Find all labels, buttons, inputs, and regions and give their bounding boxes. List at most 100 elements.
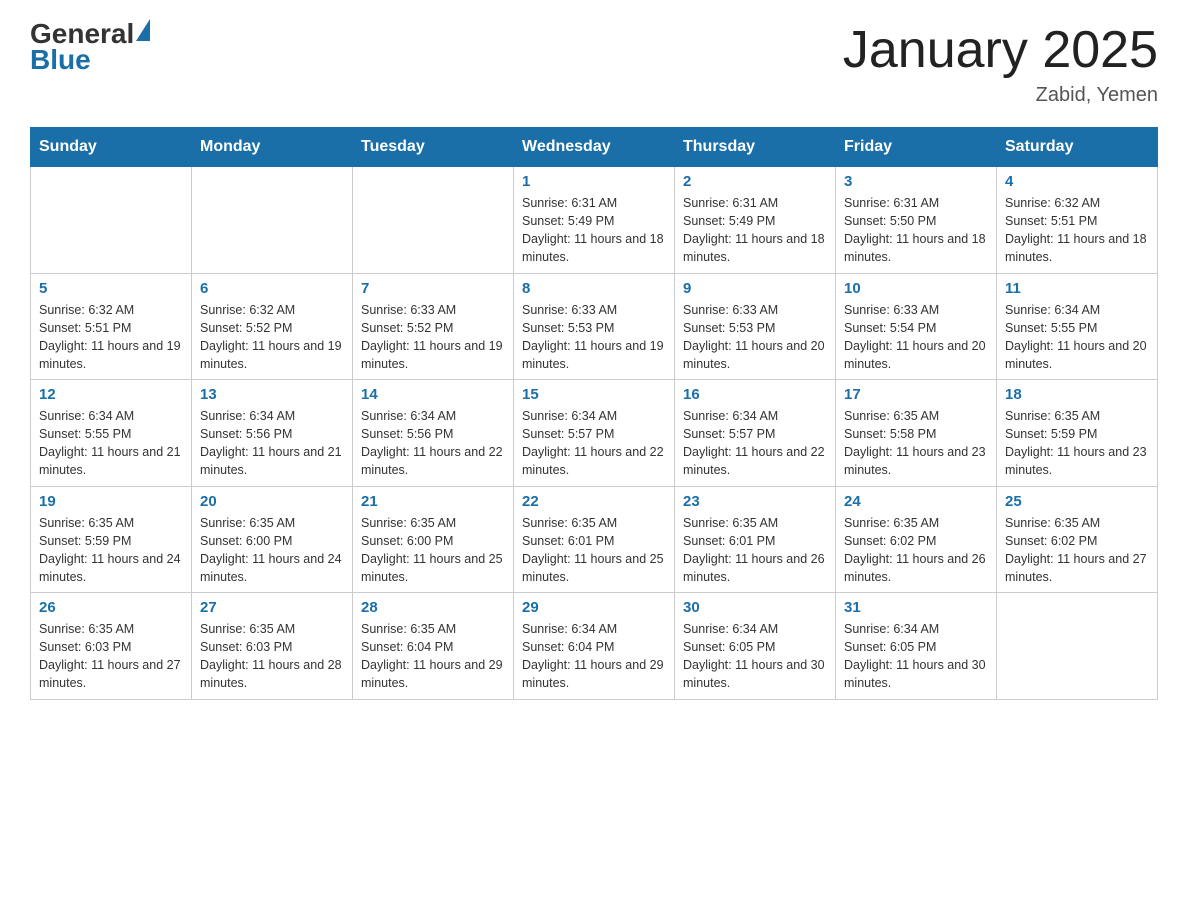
page-title: January 2025 [843, 20, 1158, 80]
day-number: 22 [522, 493, 666, 510]
calendar-table: SundayMondayTuesdayWednesdayThursdayFrid… [30, 127, 1158, 700]
calendar-cell: 1Sunrise: 6:31 AMSunset: 5:49 PMDaylight… [514, 167, 675, 274]
calendar-body: 1 Sunrise: 6:31 AMSunset: 5:49 PMDaylight… [31, 167, 1158, 700]
day-info: Sunrise: 6:35 AMSunset: 6:02 PMDaylight:… [844, 514, 988, 587]
day-info: Sunrise: 6:35 AMSunset: 6:01 PMDaylight:… [522, 514, 666, 587]
day-number: 26 [39, 599, 183, 616]
day-number: 25 [1005, 493, 1149, 510]
calendar-cell [997, 593, 1158, 700]
day-number: 4 [1005, 173, 1149, 190]
calendar-cell: 21 Sunrise: 6:35 AMSunset: 6:00 PMDayligh… [353, 486, 514, 593]
calendar-cell: 18Sunrise: 6:35 AMSunset: 5:59 PMDayligh… [997, 380, 1158, 487]
day-info: Sunrise: 6:32 AMSunset: 5:52 PMDaylight:… [200, 301, 344, 374]
calendar-cell [353, 167, 514, 274]
day-number: 11 [1005, 280, 1149, 297]
week-row-2: 5Sunrise: 6:32 AMSunset: 5:51 PMDaylight… [31, 273, 1158, 380]
column-header-tuesday: Tuesday [353, 128, 514, 167]
day-number: 3 [844, 173, 988, 190]
day-info: Sunrise: 6:34 AMSunset: 5:57 PMDaylight:… [683, 407, 827, 480]
calendar-cell: 6 Sunrise: 6:32 AMSunset: 5:52 PMDaylight… [192, 273, 353, 380]
calendar-cell: 29 Sunrise: 6:34 AMSunset: 6:04 PMDayligh… [514, 593, 675, 700]
day-number: 20 [200, 493, 344, 510]
page-subtitle: Zabid, Yemen [843, 84, 1158, 107]
day-number: 23 [683, 493, 827, 510]
column-header-wednesday: Wednesday [514, 128, 675, 167]
week-row-1: 1 Sunrise: 6:31 AMSunset: 5:49 PMDaylight… [31, 167, 1158, 274]
day-info: Sunrise: 6:35 AMSunset: 6:00 PMDaylight:… [361, 514, 505, 587]
day-number: 21 [361, 493, 505, 510]
week-row-4: 19Sunrise: 6:35 AMSunset: 5:59 PMDayligh… [31, 486, 1158, 593]
calendar-cell: 30Sunrise: 6:34 AMSunset: 6:05 PMDayligh… [675, 593, 836, 700]
calendar-cell: 15 Sunrise: 6:34 AMSunset: 5:57 PMDayligh… [514, 380, 675, 487]
calendar-cell: 16 Sunrise: 6:34 AMSunset: 5:57 PMDayligh… [675, 380, 836, 487]
day-number: 5 [39, 280, 183, 297]
day-number: 27 [200, 599, 344, 616]
day-number: 6 [200, 280, 344, 297]
calendar-cell: 19Sunrise: 6:35 AMSunset: 5:59 PMDayligh… [31, 486, 192, 593]
calendar-cell: 27Sunrise: 6:35 AMSunset: 6:03 PMDayligh… [192, 593, 353, 700]
day-info: Sunrise: 6:33 AMSunset: 5:54 PMDaylight:… [844, 301, 988, 374]
calendar-cell: 28 Sunrise: 6:35 AMSunset: 6:04 PMDayligh… [353, 593, 514, 700]
day-info: Sunrise: 6:35 AMSunset: 6:00 PMDaylight:… [200, 514, 344, 587]
calendar-cell: 4 Sunrise: 6:32 AMSunset: 5:51 PMDaylight… [997, 167, 1158, 274]
column-header-friday: Friday [836, 128, 997, 167]
day-info: Sunrise: 6:34 AMSunset: 5:57 PMDaylight:… [522, 407, 666, 480]
week-row-5: 26 Sunrise: 6:35 AMSunset: 6:03 PMDayligh… [31, 593, 1158, 700]
calendar-cell: 5Sunrise: 6:32 AMSunset: 5:51 PMDaylight… [31, 273, 192, 380]
day-info: Sunrise: 6:31 AMSunset: 5:50 PMDaylight:… [844, 194, 988, 267]
day-info: Sunrise: 6:34 AMSunset: 5:55 PMDaylight:… [1005, 301, 1149, 374]
calendar-cell: 3 Sunrise: 6:31 AMSunset: 5:50 PMDaylight… [836, 167, 997, 274]
calendar-cell: 2Sunrise: 6:31 AMSunset: 5:49 PMDaylight… [675, 167, 836, 274]
day-info: Sunrise: 6:35 AMSunset: 5:58 PMDaylight:… [844, 407, 988, 480]
calendar-cell: 13 Sunrise: 6:34 AMSunset: 5:56 PMDayligh… [192, 380, 353, 487]
day-info: Sunrise: 6:34 AMSunset: 6:04 PMDaylight:… [522, 620, 666, 693]
column-header-saturday: Saturday [997, 128, 1158, 167]
day-number: 28 [361, 599, 505, 616]
day-info: Sunrise: 6:33 AMSunset: 5:52 PMDaylight:… [361, 301, 505, 374]
column-header-monday: Monday [192, 128, 353, 167]
day-info: Sunrise: 6:35 AMSunset: 6:03 PMDaylight:… [39, 620, 183, 693]
calendar-cell: 10 Sunrise: 6:33 AMSunset: 5:54 PMDayligh… [836, 273, 997, 380]
calendar-header: SundayMondayTuesdayWednesdayThursdayFrid… [31, 128, 1158, 167]
calendar-cell: 22 Sunrise: 6:35 AMSunset: 6:01 PMDayligh… [514, 486, 675, 593]
title-section: January 2025 Zabid, Yemen [843, 20, 1158, 107]
day-number: 7 [361, 280, 505, 297]
calendar-cell: 31 Sunrise: 6:34 AMSunset: 6:05 PMDayligh… [836, 593, 997, 700]
day-number: 15 [522, 386, 666, 403]
day-info: Sunrise: 6:35 AMSunset: 5:59 PMDaylight:… [39, 514, 183, 587]
day-number: 1 [522, 173, 666, 190]
day-number: 13 [200, 386, 344, 403]
calendar-cell: 14Sunrise: 6:34 AMSunset: 5:56 PMDayligh… [353, 380, 514, 487]
day-number: 24 [844, 493, 988, 510]
day-number: 29 [522, 599, 666, 616]
logo-triangle-icon [136, 19, 150, 41]
day-info: Sunrise: 6:32 AMSunset: 5:51 PMDaylight:… [1005, 194, 1149, 267]
calendar-cell: 24 Sunrise: 6:35 AMSunset: 6:02 PMDayligh… [836, 486, 997, 593]
calendar-cell [31, 167, 192, 274]
calendar-cell: 7 Sunrise: 6:33 AMSunset: 5:52 PMDaylight… [353, 273, 514, 380]
day-info: Sunrise: 6:35 AMSunset: 6:04 PMDaylight:… [361, 620, 505, 693]
day-info: Sunrise: 6:31 AMSunset: 5:49 PMDaylight:… [683, 194, 827, 267]
calendar-cell: 8 Sunrise: 6:33 AMSunset: 5:53 PMDaylight… [514, 273, 675, 380]
day-info: Sunrise: 6:34 AMSunset: 6:05 PMDaylight:… [683, 620, 827, 693]
day-info: Sunrise: 6:34 AMSunset: 5:55 PMDaylight:… [39, 407, 183, 480]
day-headers-row: SundayMondayTuesdayWednesdayThursdayFrid… [31, 128, 1158, 167]
calendar-cell: 20 Sunrise: 6:35 AMSunset: 6:00 PMDayligh… [192, 486, 353, 593]
day-number: 10 [844, 280, 988, 297]
day-number: 17 [844, 386, 988, 403]
week-row-3: 12 Sunrise: 6:34 AMSunset: 5:55 PMDayligh… [31, 380, 1158, 487]
day-info: Sunrise: 6:34 AMSunset: 5:56 PMDaylight:… [200, 407, 344, 480]
day-number: 16 [683, 386, 827, 403]
day-number: 12 [39, 386, 183, 403]
calendar-cell: 11 Sunrise: 6:34 AMSunset: 5:55 PMDayligh… [997, 273, 1158, 380]
logo: General Blue [30, 20, 150, 74]
day-number: 14 [361, 386, 505, 403]
day-number: 8 [522, 280, 666, 297]
day-number: 31 [844, 599, 988, 616]
day-info: Sunrise: 6:33 AMSunset: 5:53 PMDaylight:… [522, 301, 666, 374]
day-info: Sunrise: 6:34 AMSunset: 6:05 PMDaylight:… [844, 620, 988, 693]
day-info: Sunrise: 6:33 AMSunset: 5:53 PMDaylight:… [683, 301, 827, 374]
day-info: Sunrise: 6:35 AMSunset: 5:59 PMDaylight:… [1005, 407, 1149, 480]
calendar-cell: 9Sunrise: 6:33 AMSunset: 5:53 PMDaylight… [675, 273, 836, 380]
page-header: General Blue January 2025 Zabid, Yemen [30, 20, 1158, 107]
